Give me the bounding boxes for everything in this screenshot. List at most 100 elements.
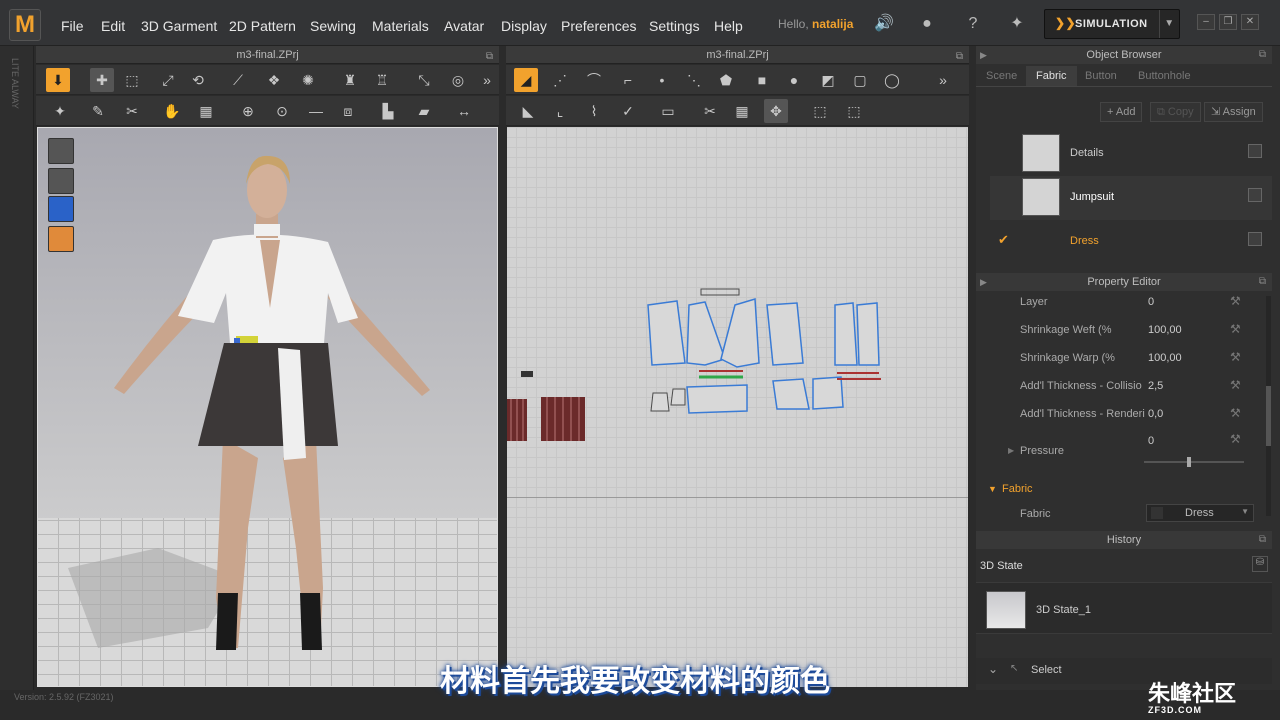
brush-icon[interactable]: ❖ (262, 68, 286, 92)
needle-icon[interactable]: ✎ (86, 99, 110, 123)
garment-icon[interactable]: ♖ (370, 68, 394, 92)
graphic-icon[interactable]: ⬚ (808, 99, 832, 123)
slider-thumb[interactable] (1187, 457, 1191, 467)
menu-sewing[interactable]: Sewing (310, 18, 356, 34)
zipper-icon[interactable]: ⧈ (336, 99, 360, 123)
undock-icon[interactable]: ⧉ (956, 48, 963, 66)
wrench-icon[interactable]: ⚒ (1230, 432, 1241, 446)
property-scrollbar[interactable] (1266, 296, 1271, 516)
check-sewing-icon[interactable]: ✓ (616, 99, 640, 123)
button-tool-icon[interactable]: ⊕ (236, 99, 260, 123)
texture-edit-icon[interactable]: ▦ (730, 99, 754, 123)
tack-icon[interactable]: ✺ (296, 68, 320, 92)
measure-icon[interactable]: ⤡ (412, 68, 436, 92)
internal-rectangle-icon[interactable]: ▢ (848, 68, 872, 92)
more-tools-icon[interactable]: » (936, 68, 950, 92)
expand-arrow-icon[interactable]: ▶ (1008, 446, 1014, 455)
edit-texture-icon[interactable]: ✥ (764, 99, 788, 123)
curve-point-icon[interactable]: ⌒ (582, 68, 606, 92)
pattern-cut-icon[interactable]: ✂ (698, 99, 722, 123)
tab-fabric[interactable]: Fabric (1026, 66, 1077, 86)
avatar-settings-icon[interactable]: ✦ (1006, 13, 1028, 35)
select-mesh-icon[interactable]: ✚ (90, 68, 114, 92)
hand-icon[interactable]: ✋ (160, 99, 184, 123)
free-sewing-icon[interactable]: ⌇ (582, 99, 606, 123)
menu-edit[interactable]: Edit (101, 18, 125, 34)
tape-icon[interactable]: ◎ (446, 68, 470, 92)
history-item[interactable]: 3D State_1 (976, 582, 1272, 634)
segment-sewing-icon[interactable]: ⌞ (548, 99, 572, 123)
buttonhole-icon[interactable]: ⊙ (270, 99, 294, 123)
select-move-icon[interactable]: ⬇ (46, 68, 70, 92)
undock-icon[interactable]: ⧉ (1259, 273, 1266, 291)
wrench-icon[interactable]: ⚒ (1230, 406, 1241, 420)
menu-help[interactable]: Help (714, 18, 743, 34)
wrench-icon[interactable]: ⚒ (1230, 294, 1241, 308)
tab-button[interactable]: Button (1075, 66, 1127, 86)
edit-point-icon[interactable]: ⋰ (548, 68, 572, 92)
circle-icon[interactable]: ● (782, 68, 806, 92)
chevron-down-icon[interactable]: ⌄ (988, 662, 998, 676)
help-icon[interactable]: ? (962, 13, 984, 35)
avatar-pose-icon[interactable]: ✦ (48, 99, 72, 123)
viewport-3d[interactable] (37, 127, 498, 687)
close-button[interactable]: ✕ (1241, 14, 1259, 30)
fold-icon[interactable]: ⟲ (186, 68, 210, 92)
edit-curvature-icon[interactable]: ⌐ (616, 68, 640, 92)
internal-polygon-icon[interactable]: ◩ (816, 68, 840, 92)
menu-preferences[interactable]: Preferences (561, 18, 636, 34)
box-select-icon[interactable]: ⬚ (120, 68, 144, 92)
dart-icon[interactable]: ◣ (516, 99, 540, 123)
menu-avatar[interactable]: Avatar (444, 18, 484, 34)
simulation-button[interactable]: ❯❯ SIMULATION ▼ (1044, 9, 1180, 39)
line-tool-icon[interactable]: — (304, 99, 328, 123)
tab-scene[interactable]: Scene (976, 66, 1027, 86)
history-save-icon[interactable]: ⛁ (1252, 556, 1268, 572)
edit-fabric-icon[interactable] (1248, 188, 1262, 202)
plane-icon[interactable]: ▰ (412, 99, 436, 123)
menu-file[interactable]: File (61, 18, 84, 34)
prop-shrink-warp-value[interactable]: 100,00 (1148, 352, 1182, 364)
transform-pattern-icon[interactable]: ◢ (514, 68, 538, 92)
undock-icon[interactable]: ⧉ (1259, 46, 1266, 64)
texture-icon[interactable]: ▦ (194, 99, 218, 123)
prop-layer-value[interactable]: 0 (1148, 296, 1154, 308)
prop-shrink-weft-value[interactable]: 100,00 (1148, 324, 1182, 336)
viewport-2d[interactable] (507, 127, 968, 687)
fabric-select[interactable]: Dress ▼ (1146, 504, 1254, 522)
assign-button[interactable]: ⇲ Assign (1204, 102, 1263, 122)
pressure-slider[interactable] (1144, 457, 1244, 467)
flatten-icon[interactable]: ▙ (376, 99, 400, 123)
menu-display[interactable]: Display (501, 18, 547, 34)
undock-icon[interactable]: ⧉ (486, 48, 493, 66)
rectangle-icon[interactable]: ■ (750, 68, 774, 92)
menu-2d-pattern[interactable]: 2D Pattern (229, 18, 296, 34)
polygon-icon[interactable]: ⬟ (714, 68, 738, 92)
fabric-item-dress[interactable]: ✔ Dress (990, 220, 1272, 264)
internal-circle-icon[interactable]: ◯ (880, 68, 904, 92)
menu-settings[interactable]: Settings (649, 18, 700, 34)
arrange-icon[interactable]: ⬚ (842, 99, 866, 123)
shirt-icon[interactable]: ♜ (338, 68, 362, 92)
fold-arrangement-icon[interactable]: ▭ (656, 99, 680, 123)
fabric-item-details[interactable]: Details (990, 132, 1272, 176)
edit-fabric-icon[interactable] (1248, 232, 1262, 246)
scrollbar-thumb[interactable] (1266, 386, 1271, 446)
pin-icon[interactable]: ⟋ (226, 68, 250, 92)
add-button[interactable]: + Add (1100, 102, 1143, 122)
fabric-item-jumpsuit[interactable]: Jumpsuit (990, 176, 1272, 220)
collapse-arrow-icon[interactable]: ▼ (988, 484, 997, 494)
collapse-arrow-icon[interactable]: ▶ (980, 46, 987, 64)
menu-materials[interactable]: Materials (372, 18, 429, 34)
scissors-icon[interactable]: ✂ (120, 99, 144, 123)
minimize-button[interactable]: – (1197, 14, 1215, 30)
tab-buttonhole[interactable]: Buttonhole (1128, 66, 1201, 86)
prop-thickness-collision-value[interactable]: 2,5 (1148, 380, 1163, 392)
speaker-icon[interactable]: 🔊 (873, 13, 895, 35)
chevron-down-icon[interactable]: ▼ (1159, 10, 1179, 38)
segment-icon[interactable]: ⋱ (682, 68, 706, 92)
copy-button[interactable]: ⧉ Copy (1150, 102, 1201, 122)
collapse-arrow-icon[interactable]: ▶ (980, 273, 987, 291)
more-tools-icon[interactable]: » (480, 68, 494, 92)
prop-thickness-render-value[interactable]: 0,0 (1148, 408, 1163, 420)
